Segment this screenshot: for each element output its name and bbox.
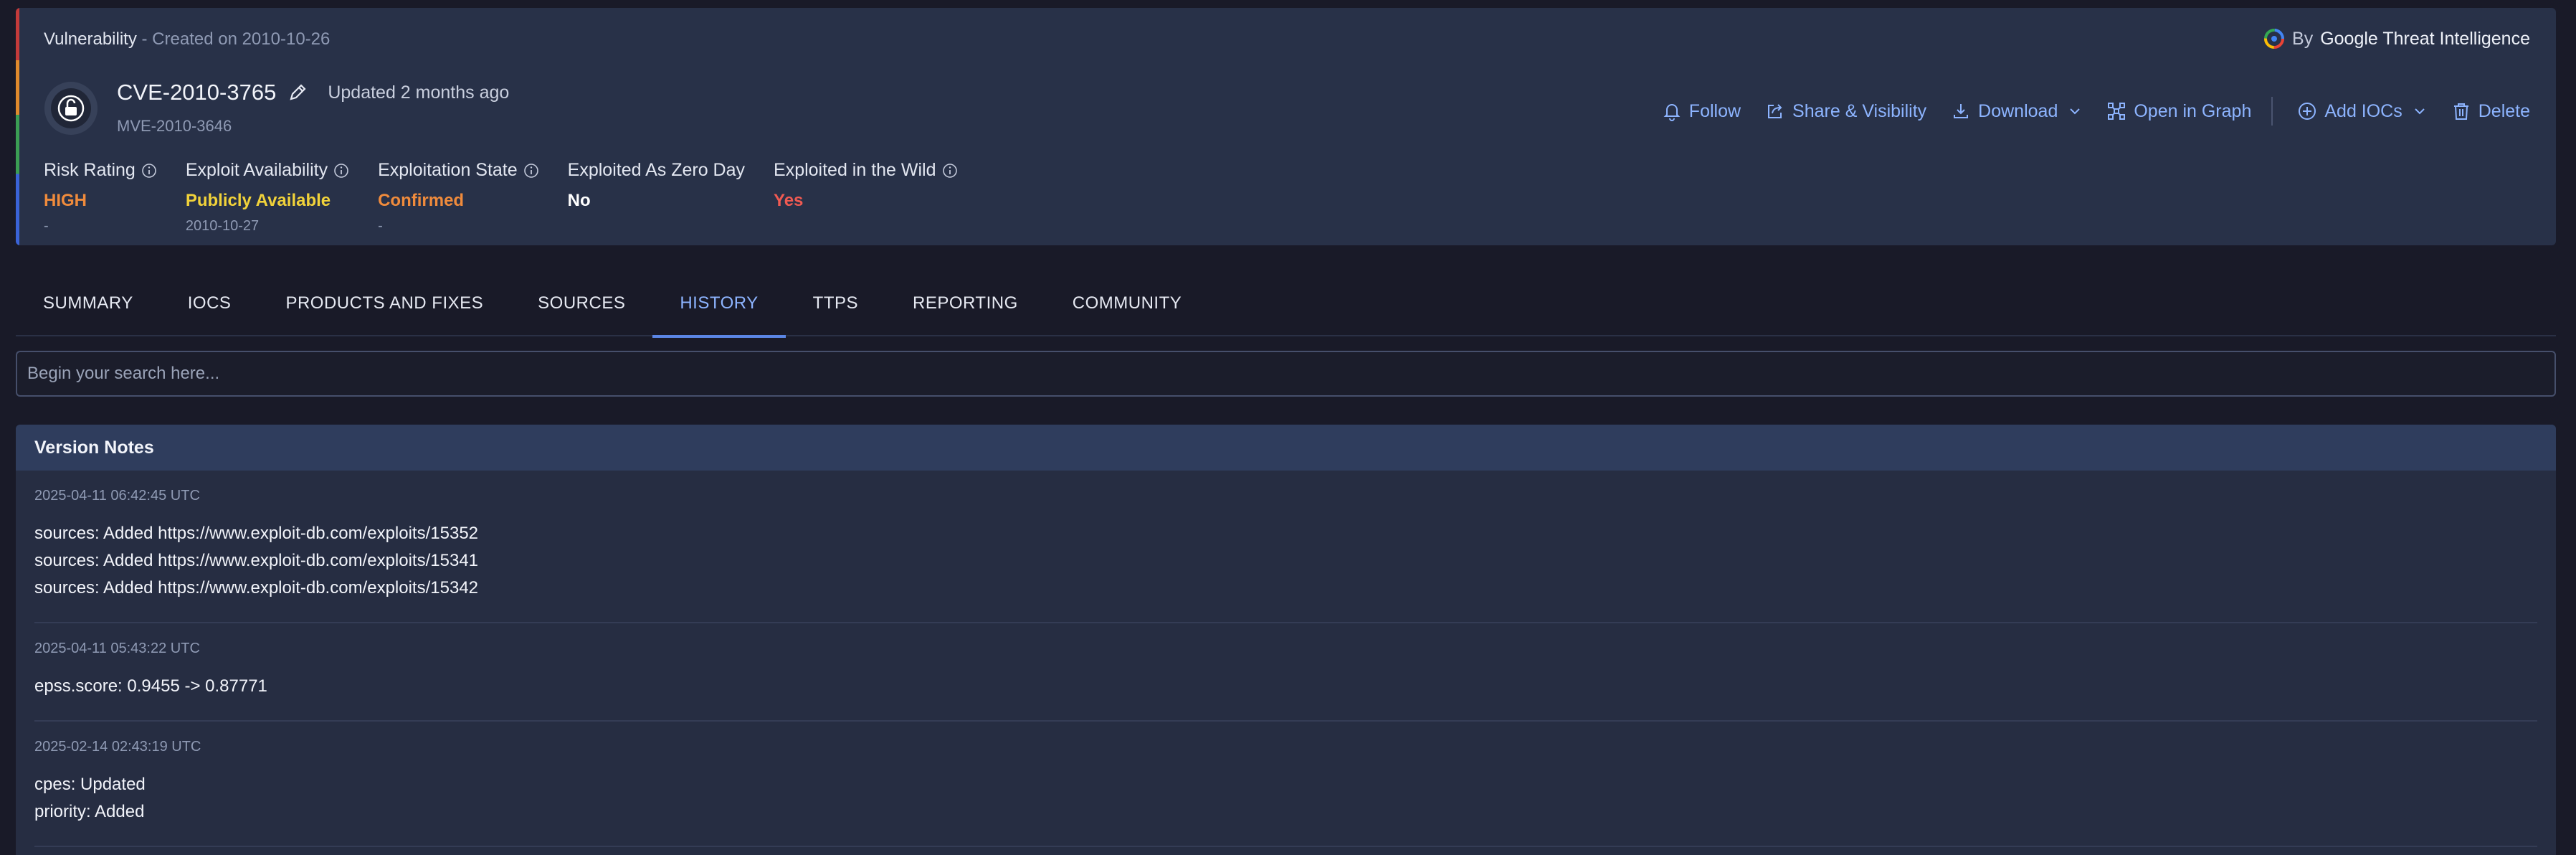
metric-zero-day: Exploited As Zero Day No xyxy=(567,160,746,210)
note-line: sources: Added https://www.exploit-db.co… xyxy=(34,524,479,543)
edit-icon[interactable] xyxy=(287,82,308,103)
delete-button[interactable]: Delete xyxy=(2451,101,2530,122)
note-line: priority: Added xyxy=(34,802,145,821)
info-icon[interactable] xyxy=(523,163,539,179)
graph-icon xyxy=(2108,103,2126,120)
bell-icon xyxy=(1663,104,1681,121)
note-timestamp: 2025-02-14 02:43:19 UTC xyxy=(34,739,201,755)
share-icon xyxy=(1768,104,1782,118)
entity-type: Vulnerability xyxy=(44,29,137,49)
breadcrumb: Vulnerability - Created on 2010-10-26 xyxy=(44,29,330,49)
version-notes-title: Version Notes xyxy=(16,425,2556,471)
metric-exploit-availability: Exploit Availability Publicly Available … xyxy=(186,160,349,235)
note-line: sources: Added https://www.exploit-db.co… xyxy=(34,578,479,597)
exploit-availability-value: Publicly Available xyxy=(185,191,331,210)
tab-history[interactable]: HISTORY xyxy=(652,276,786,338)
cve-id: CVE-2010-3765 xyxy=(117,80,277,105)
note-line: epss.score: 0.9455 -> 0.87771 xyxy=(34,676,267,696)
metric-risk-rating: Risk Rating HIGH - xyxy=(44,160,157,235)
metric-exploitation-state: Exploitation State Confirmed - xyxy=(378,160,539,235)
tab-community[interactable]: COMMUNITY xyxy=(1045,276,1209,336)
info-icon[interactable] xyxy=(333,163,349,179)
list-item: 2025-04-11 05:43:22 UTC epss.score: 0.94… xyxy=(34,623,2537,722)
share-visibility-button[interactable]: Share & Visibility xyxy=(1765,101,1926,122)
toolbar-divider xyxy=(2271,97,2273,126)
tab-ttps[interactable]: TTPS xyxy=(786,276,885,336)
download-button[interactable]: Download xyxy=(1951,101,2082,122)
provider-attribution: By Google Threat Intelligence xyxy=(2263,28,2530,49)
risk-rating-value: HIGH xyxy=(44,191,87,210)
note-line: sources: Added https://www.exploit-db.co… xyxy=(34,551,479,570)
action-toolbar: Follow Share & Visibility Download Open … xyxy=(1638,97,2530,126)
unlock-icon xyxy=(57,95,85,122)
tab-bar: SUMMARY IOCS PRODUCTS AND FIXES SOURCES … xyxy=(16,276,2556,338)
mve-id: MVE-2010-3646 xyxy=(117,117,232,135)
exploited-in-wild-value: Yes xyxy=(774,191,804,210)
gti-logo-icon xyxy=(2264,29,2285,49)
tab-sources[interactable]: SOURCES xyxy=(510,276,652,336)
list-item: 2025-02-14 02:43:19 UTC cpes: Updated pr… xyxy=(34,722,2537,847)
chevron-down-icon xyxy=(2415,108,2425,115)
note-line: cpes: Updated xyxy=(34,775,146,794)
severity-stripe xyxy=(16,8,19,245)
tab-summary[interactable]: SUMMARY xyxy=(16,276,161,336)
created-date: - Created on 2010-10-26 xyxy=(136,29,331,49)
plus-circle-icon xyxy=(2299,103,2316,120)
tab-iocs[interactable]: IOCS xyxy=(161,276,259,336)
note-timestamp: 2025-04-11 05:43:22 UTC xyxy=(34,641,200,656)
risk-metrics: Risk Rating HIGH - Exploit Availability … xyxy=(44,160,987,235)
chevron-down-icon xyxy=(2070,108,2081,115)
by-label: By xyxy=(2292,28,2314,49)
info-icon[interactable] xyxy=(141,163,157,179)
brand-name: Google Threat Intelligence xyxy=(2320,28,2530,49)
updated-time: Updated 2 months ago xyxy=(328,82,510,103)
vulnerability-avatar xyxy=(44,82,98,135)
download-icon xyxy=(1954,104,1969,118)
note-timestamp: 2025-04-11 06:42:45 UTC xyxy=(34,488,200,504)
zero-day-value: No xyxy=(567,191,591,210)
open-in-graph-button[interactable]: Open in Graph xyxy=(2106,101,2251,122)
exploitation-state-value: Confirmed xyxy=(378,191,465,210)
history-search-input[interactable] xyxy=(16,351,2556,397)
version-notes-panel: Version Notes 2025-04-11 06:42:45 UTC so… xyxy=(16,425,2556,855)
metric-exploited-in-wild: Exploited in the Wild Yes xyxy=(774,160,958,235)
list-item: 2025-04-11 06:42:45 UTC sources: Added h… xyxy=(34,471,2537,623)
vulnerability-header: Vulnerability - Created on 2010-10-26 By… xyxy=(16,8,2556,245)
tab-reporting[interactable]: REPORTING xyxy=(885,276,1045,336)
trash-icon xyxy=(2453,103,2468,120)
add-iocs-button[interactable]: Add IOCs xyxy=(2297,101,2426,122)
exploit-availability-date: 2010-10-27 xyxy=(185,218,260,234)
info-icon[interactable] xyxy=(942,163,958,179)
follow-button[interactable]: Follow xyxy=(1662,101,1741,122)
tab-products-and-fixes[interactable]: PRODUCTS AND FIXES xyxy=(258,276,510,336)
